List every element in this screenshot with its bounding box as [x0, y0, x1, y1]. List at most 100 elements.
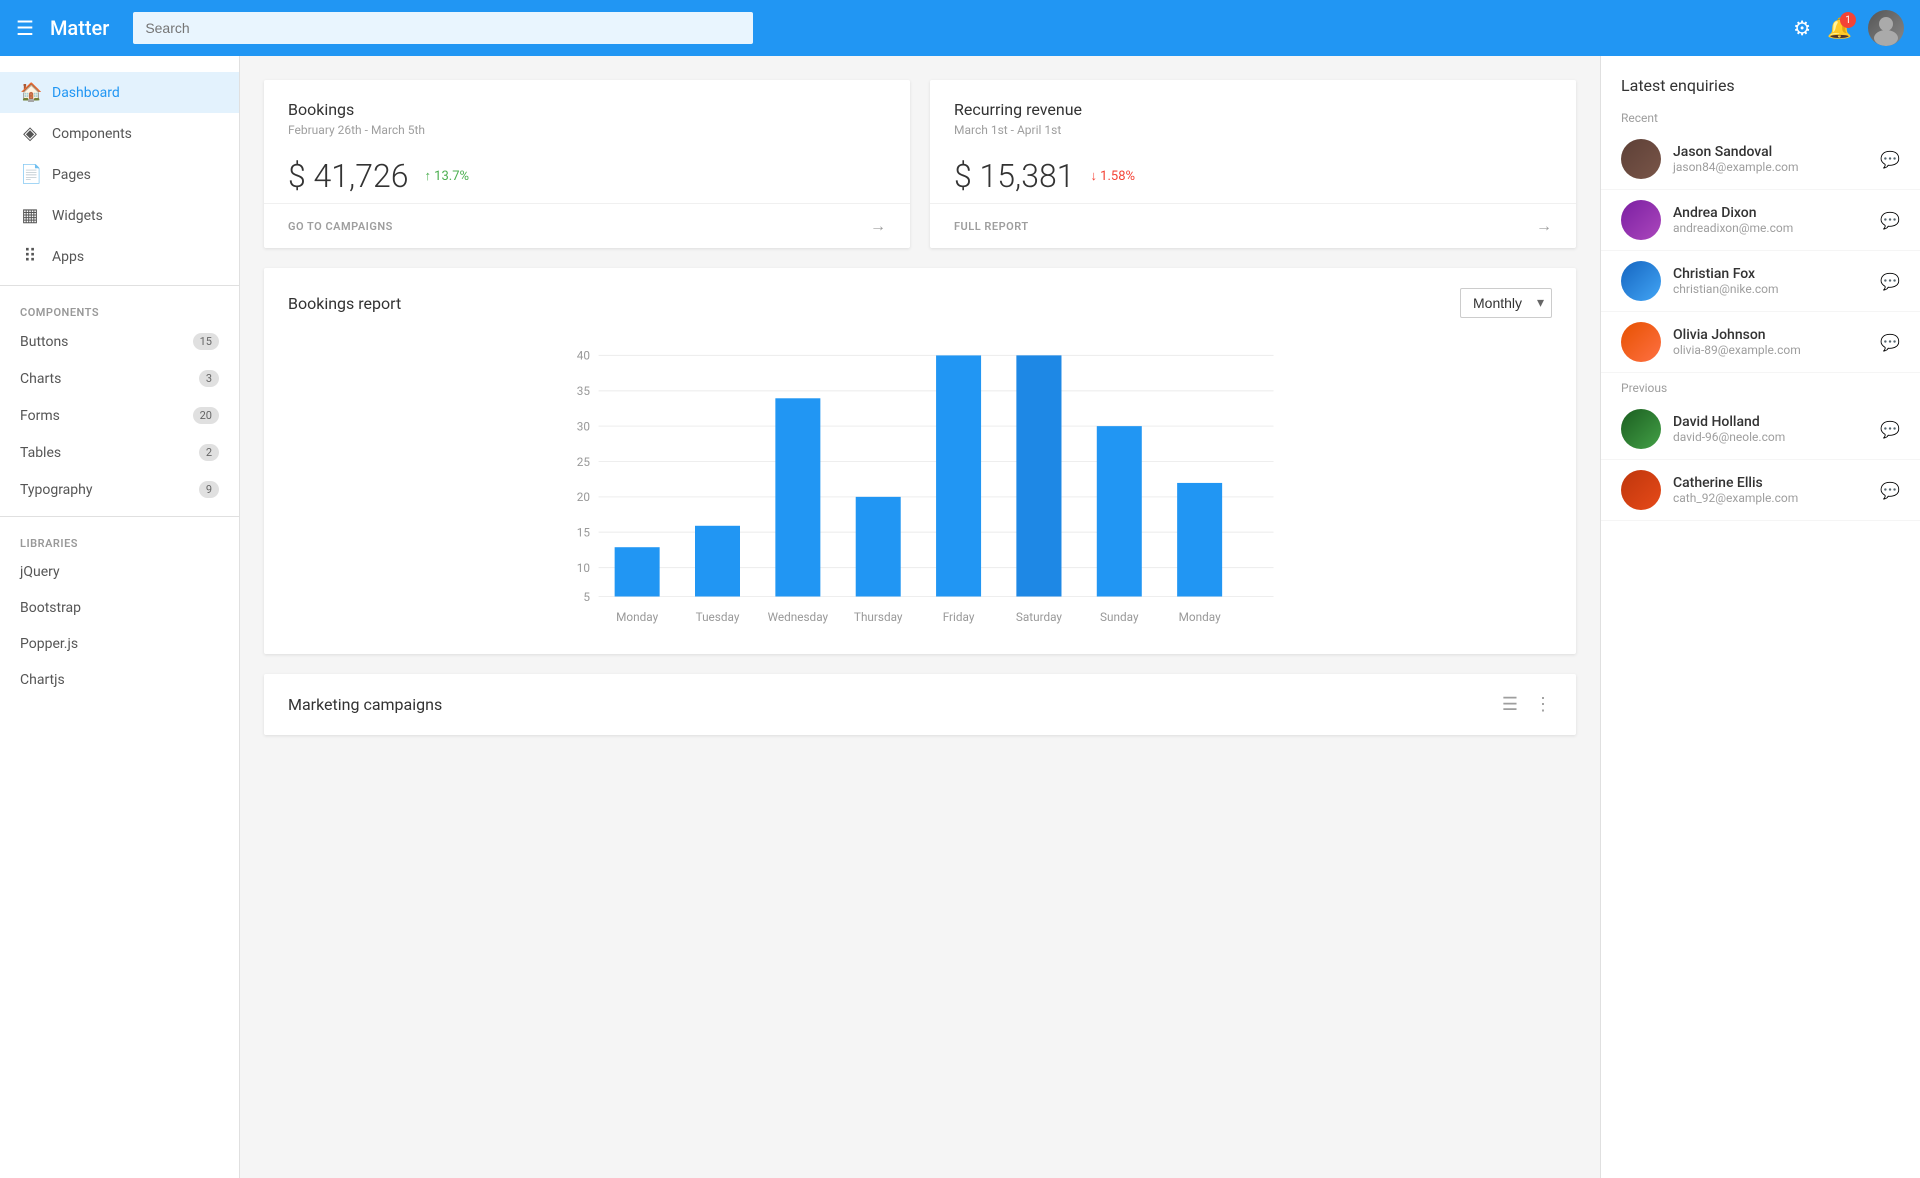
- enquiry-email-david: david-96@neole.com: [1673, 430, 1868, 444]
- chart-header: Bookings report Monthly Weekly Daily: [288, 288, 1552, 318]
- svg-text:20: 20: [577, 490, 590, 504]
- campaigns-header: Marketing campaigns ☰ ⋮: [288, 694, 1552, 715]
- campaigns-card: Marketing campaigns ☰ ⋮: [264, 674, 1576, 735]
- revenue-card-header: Recurring revenue March 1st - April 1st: [930, 80, 1576, 149]
- bar-monday: [615, 547, 660, 596]
- home-icon: 🏠: [20, 82, 40, 103]
- sidebar-divider-1: [0, 285, 239, 286]
- campaigns-actions: ☰ ⋮: [1502, 694, 1552, 715]
- bookings-value: $ 41,726: [288, 157, 408, 195]
- enquiry-avatar-olivia: [1621, 322, 1661, 362]
- svg-text:35: 35: [577, 384, 591, 398]
- enquiry-name-olivia: Olivia Johnson: [1673, 327, 1868, 343]
- enquiry-email-andrea: andreadixon@me.com: [1673, 221, 1868, 235]
- chat-icon-olivia[interactable]: 💬: [1880, 333, 1900, 352]
- brand-name: Matter: [50, 16, 109, 40]
- enquiry-item-david: David Holland david-96@neole.com 💬: [1601, 399, 1920, 460]
- revenue-card-footer[interactable]: FULL REPORT →: [930, 203, 1576, 248]
- enquiry-info-olivia: Olivia Johnson olivia-89@example.com: [1673, 327, 1868, 357]
- sidebar-item-pages[interactable]: 📄 Pages: [0, 154, 239, 195]
- sidebar-item-apps[interactable]: ⠿ Apps: [0, 236, 239, 277]
- bookings-change: ↑ 13.7%: [424, 168, 469, 184]
- more-icon[interactable]: ⋮: [1534, 694, 1552, 715]
- bookings-card: Bookings February 26th - March 5th $ 41,…: [264, 80, 910, 248]
- bar-thursday: [856, 497, 901, 597]
- chart-card: Bookings report Monthly Weekly Daily: [264, 268, 1576, 654]
- avatar[interactable]: [1868, 10, 1904, 46]
- revenue-card-body: $ 15,381 ↓ 1.58%: [930, 149, 1576, 203]
- bar-chart-svg: 40 35 30 25 20 15 10 5 Monday Tuesday: [288, 334, 1552, 634]
- revenue-arrow-icon: →: [1536, 216, 1552, 236]
- sidebar-item-widgets[interactable]: ▦ Widgets: [0, 195, 239, 236]
- revenue-value: $ 15,381: [954, 157, 1074, 195]
- bar-chart-area: 40 35 30 25 20 15 10 5 Monday Tuesday: [288, 334, 1552, 634]
- layout: 🏠 Dashboard ◈ Components 📄 Pages ▦ Widge…: [0, 56, 1920, 1178]
- filter-icon[interactable]: ☰: [1502, 694, 1518, 715]
- recent-label: Recent: [1601, 103, 1920, 129]
- sidebar-item-popperjs[interactable]: Popper.js: [0, 626, 239, 662]
- enquiry-item-catherine: Catherine Ellis cath_92@example.com 💬: [1601, 460, 1920, 521]
- svg-text:Wednesday: Wednesday: [768, 610, 829, 624]
- chat-icon-david[interactable]: 💬: [1880, 420, 1900, 439]
- revenue-footer-label: FULL REPORT: [954, 220, 1029, 233]
- enquiry-avatar-christian: [1621, 261, 1661, 301]
- previous-label: Previous: [1601, 373, 1920, 399]
- enquiry-item-andrea: Andrea Dixon andreadixon@me.com 💬: [1601, 190, 1920, 251]
- sidebar-item-forms[interactable]: Forms 20: [0, 397, 239, 434]
- notification-icon[interactable]: 🔔 1: [1827, 16, 1852, 40]
- enquiry-info-christian: Christian Fox christian@nike.com: [1673, 266, 1868, 296]
- svg-text:25: 25: [577, 455, 591, 469]
- bookings-card-header: Bookings February 26th - March 5th: [264, 80, 910, 149]
- chart-period-dropdown[interactable]: Monthly Weekly Daily: [1460, 288, 1552, 318]
- enquiry-email-jason: jason84@example.com: [1673, 160, 1868, 174]
- search-input[interactable]: [133, 12, 753, 44]
- svg-text:15: 15: [577, 526, 591, 540]
- libraries-section-label: LIBRARIES: [0, 525, 239, 554]
- hamburger-icon[interactable]: ☰: [16, 16, 34, 40]
- bookings-subtitle: February 26th - March 5th: [288, 123, 886, 137]
- bookings-arrow-icon: →: [870, 216, 886, 236]
- sidebar-item-components[interactable]: ◈ Components: [0, 113, 239, 154]
- enquiry-avatar-andrea: [1621, 200, 1661, 240]
- enquiry-avatar-david: [1621, 409, 1661, 449]
- enquiry-info-catherine: Catherine Ellis cath_92@example.com: [1673, 475, 1868, 505]
- widgets-icon: ▦: [20, 205, 40, 226]
- enquiry-item-christian: Christian Fox christian@nike.com 💬: [1601, 251, 1920, 312]
- components-section-label: COMPONENTS: [0, 294, 239, 323]
- enquiry-email-olivia: olivia-89@example.com: [1673, 343, 1868, 357]
- svg-text:Sunday: Sunday: [1100, 610, 1139, 624]
- cards-row: Bookings February 26th - March 5th $ 41,…: [264, 80, 1576, 248]
- bookings-title: Bookings: [288, 100, 886, 119]
- enquiry-name-christian: Christian Fox: [1673, 266, 1868, 282]
- right-panel: Latest enquiries Recent Jason Sandoval j…: [1600, 56, 1920, 1178]
- revenue-change: ↓ 1.58%: [1090, 168, 1135, 184]
- chart-title: Bookings report: [288, 294, 1460, 313]
- chat-icon-catherine[interactable]: 💬: [1880, 481, 1900, 500]
- sidebar-item-charts[interactable]: Charts 3: [0, 360, 239, 397]
- enquiry-info-jason: Jason Sandoval jason84@example.com: [1673, 144, 1868, 174]
- svg-text:Thursday: Thursday: [854, 610, 903, 624]
- chat-icon-christian[interactable]: 💬: [1880, 272, 1900, 291]
- bookings-card-footer[interactable]: GO TO CAMPAIGNS →: [264, 203, 910, 248]
- enquiry-info-andrea: Andrea Dixon andreadixon@me.com: [1673, 205, 1868, 235]
- revenue-subtitle: March 1st - April 1st: [954, 123, 1552, 137]
- sidebar-item-buttons[interactable]: Buttons 15: [0, 323, 239, 360]
- sidebar-item-tables[interactable]: Tables 2: [0, 434, 239, 471]
- sidebar-item-dashboard[interactable]: 🏠 Dashboard: [0, 72, 239, 113]
- enquiry-name-jason: Jason Sandoval: [1673, 144, 1868, 160]
- revenue-card: Recurring revenue March 1st - April 1st …: [930, 80, 1576, 248]
- pages-icon: 📄: [20, 164, 40, 185]
- chat-icon-jason[interactable]: 💬: [1880, 150, 1900, 169]
- topnav: ☰ Matter ⚙ 🔔 1: [0, 0, 1920, 56]
- settings-icon[interactable]: ⚙: [1793, 16, 1811, 40]
- sidebar-item-typography[interactable]: Typography 9: [0, 471, 239, 508]
- svg-text:Monday: Monday: [1179, 610, 1221, 624]
- main-content: Bookings February 26th - March 5th $ 41,…: [240, 56, 1600, 1178]
- sidebar-item-jquery[interactable]: jQuery: [0, 554, 239, 590]
- svg-text:Tuesday: Tuesday: [696, 610, 740, 624]
- chat-icon-andrea[interactable]: 💬: [1880, 211, 1900, 230]
- sidebar-item-bootstrap[interactable]: Bootstrap: [0, 590, 239, 626]
- notification-badge: 1: [1840, 12, 1856, 28]
- enquiry-item-jason: Jason Sandoval jason84@example.com 💬: [1601, 129, 1920, 190]
- sidebar-item-chartjs[interactable]: Chartjs: [0, 662, 239, 698]
